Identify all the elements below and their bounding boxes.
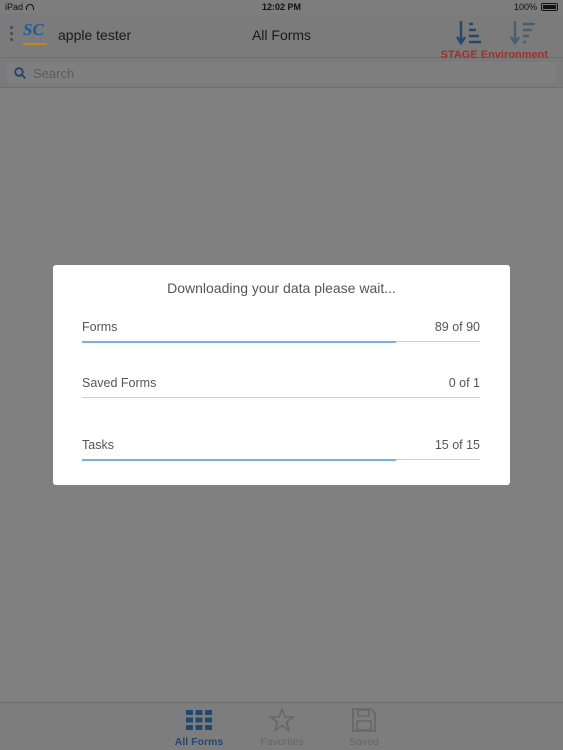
search-icon (14, 67, 26, 79)
progress-track (82, 458, 480, 461)
dialog-title: Downloading your data please wait... (167, 280, 396, 296)
progress-fill (82, 340, 397, 343)
status-time: 12:02 PM (261, 2, 302, 12)
tab-favorites[interactable]: Favorites (247, 708, 317, 748)
progress-track (82, 397, 480, 398)
floppy-disk-icon (352, 708, 376, 732)
progress-label: Tasks (82, 438, 114, 452)
progress-count: 89 of 90 (434, 320, 480, 334)
sort-ascending-icon[interactable] (510, 18, 536, 46)
progress-row-tasks: Tasks 15 of 15 (82, 438, 480, 478)
tab-label: All Forms (174, 736, 224, 748)
progress-label: Forms (82, 320, 118, 334)
star-icon (268, 708, 296, 732)
tab-label: Saved (349, 736, 379, 748)
sort-descending-icon[interactable] (456, 18, 482, 46)
grid-icon (186, 710, 212, 730)
download-progress-dialog: Downloading your data please wait... For… (53, 265, 510, 485)
progress-label: Saved Forms (82, 376, 157, 390)
search-box[interactable] (6, 62, 556, 83)
tab-all-forms[interactable]: All Forms (164, 708, 234, 748)
nav-header: SC apple tester All Forms STAGE Environm… (0, 14, 563, 61)
progress-track (82, 340, 480, 343)
battery-percent: 100% (513, 2, 537, 12)
tab-label: Favorites (260, 736, 304, 748)
status-bar: iPad 12:02 PM 100% (0, 0, 563, 14)
tab-saved[interactable]: Saved (329, 708, 399, 748)
progress-count: 0 of 1 (448, 376, 480, 390)
progress-fill (82, 458, 397, 461)
battery-icon (541, 3, 558, 11)
progress-count: 15 of 15 (434, 438, 480, 452)
progress-row-saved-forms: Saved Forms 0 of 1 (82, 376, 480, 416)
tab-bar: All Forms Favorites Saved (0, 702, 563, 750)
progress-row-forms: Forms 89 of 90 (82, 320, 480, 360)
search-input[interactable] (33, 65, 533, 81)
search-bar (0, 58, 563, 88)
